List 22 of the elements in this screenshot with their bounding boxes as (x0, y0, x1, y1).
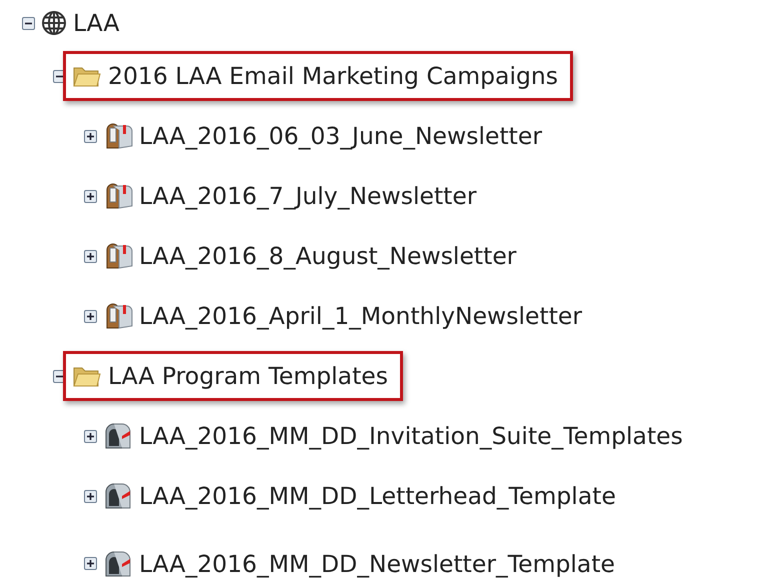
globe-icon (41, 10, 67, 36)
expand-icon[interactable] (84, 130, 97, 142)
expand-icon[interactable] (84, 557, 97, 570)
mailbox-icon (103, 422, 133, 450)
expand-icon[interactable] (84, 490, 97, 502)
collapse-icon[interactable] (22, 16, 35, 30)
tree-item[interactable]: LAA_2016_7_July_Newsletter (139, 181, 476, 211)
tree-item[interactable]: LAA_2016_MM_DD_Invitation_Suite_Templates (139, 421, 683, 451)
expand-icon[interactable] (84, 190, 97, 202)
tree-item[interactable]: LAA_2016_8_August_Newsletter (139, 241, 516, 271)
tree-item[interactable]: 2016 LAA Email Marketing Campaigns (108, 61, 558, 91)
expand-icon[interactable] (84, 250, 97, 262)
tree-item[interactable]: LAA_2016_06_03_June_Newsletter (139, 121, 542, 151)
tree-item[interactable]: LAA Program Templates (108, 361, 388, 391)
tree-item[interactable]: LAA_2016_MM_DD_Letterhead_Template (139, 481, 616, 511)
tree-item[interactable]: LAA_2016_April_1_MonthlyNewsletter (139, 301, 582, 331)
tree-item[interactable]: LAA (73, 8, 120, 38)
mailbox-icon (103, 550, 133, 578)
expand-icon[interactable] (84, 430, 97, 442)
expand-icon[interactable] (84, 310, 97, 322)
mailbox-icon (103, 482, 133, 510)
tree-item[interactable]: LAA_2016_MM_DD_Newsletter_Template (139, 549, 616, 579)
